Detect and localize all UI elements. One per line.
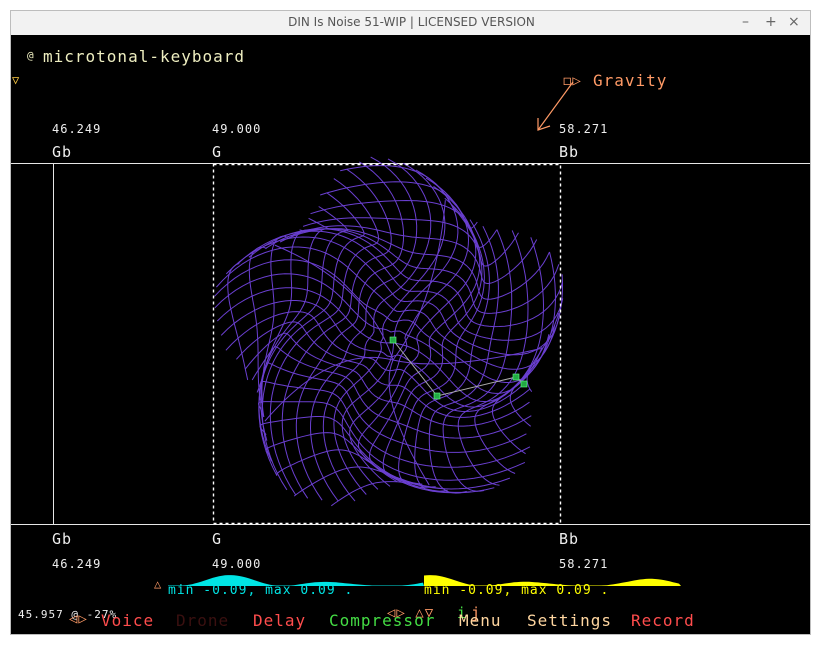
mesh-handle-3 xyxy=(520,380,528,388)
menu-settings[interactable]: Settings xyxy=(527,611,612,630)
drawing-layer xyxy=(168,81,681,586)
menu-record[interactable]: Record xyxy=(631,611,695,630)
mesh-line-48 xyxy=(491,251,557,455)
menu-menu[interactable]: Menu xyxy=(459,611,502,630)
mesh-handle-0 xyxy=(389,336,397,344)
mesh-spoke-4 xyxy=(274,244,394,361)
levels-arrow-icon[interactable]: △ xyxy=(154,577,162,591)
instrument-canvas[interactable]: @ microtonal-keyboard ▽ ◻▷ Gravity 46.24… xyxy=(11,35,810,634)
close-button[interactable]: × xyxy=(788,14,800,30)
window-title: DIN Is Noise 51-WIP | LICENSED VERSION xyxy=(288,15,535,29)
mesh-line-3 xyxy=(320,181,478,229)
bottom-value-bb: 58.271 xyxy=(559,557,609,571)
mesh-line-6 xyxy=(260,229,310,441)
mesh-line-32 xyxy=(368,197,481,484)
mesh-handle-1 xyxy=(433,392,441,400)
mesh-handles xyxy=(389,336,528,400)
menu-drone[interactable]: Drone xyxy=(176,611,229,630)
menu-compressor[interactable]: Compressor xyxy=(329,611,435,630)
mesh-graph xyxy=(214,156,564,507)
mesh-spoke-1 xyxy=(392,348,541,365)
maximize-button[interactable]: + xyxy=(765,14,777,30)
bottom-note-gb[interactable]: Gb xyxy=(52,530,72,548)
menu-delay[interactable]: Delay xyxy=(253,611,306,630)
mesh-spoke-3 xyxy=(264,356,394,422)
menu-scroll-arrows-icon[interactable]: ◁▷ xyxy=(69,611,88,627)
bottom-value-gb: 46.249 xyxy=(52,557,102,571)
app-window: DIN Is Noise 51-WIP | LICENSED VERSION –… xyxy=(10,10,811,635)
levels-left-range: min -0.09, max 0.09 . xyxy=(168,583,354,598)
mesh-line-35 xyxy=(244,332,530,427)
mesh-line-47 xyxy=(265,432,495,494)
mesh-line-9 xyxy=(290,225,538,285)
title-bar[interactable]: DIN Is Noise 51-WIP | LICENSED VERSION –… xyxy=(11,11,810,36)
menu-voice[interactable]: Voice xyxy=(101,611,154,630)
minimize-button[interactable]: – xyxy=(742,14,749,30)
mesh-line-50 xyxy=(509,274,563,427)
gravity-arrow-icon xyxy=(537,81,574,131)
mesh-line-11 xyxy=(279,228,550,300)
gravity-arrow-shaft xyxy=(537,81,574,131)
bottom-note-g[interactable]: G xyxy=(212,530,222,548)
bottom-value-g: 49.000 xyxy=(212,557,262,571)
mesh-handle-2 xyxy=(512,373,520,381)
bottom-note-bb[interactable]: Bb xyxy=(559,530,579,548)
levels-right-range: min -0.09, max 0.09 . xyxy=(424,583,610,598)
